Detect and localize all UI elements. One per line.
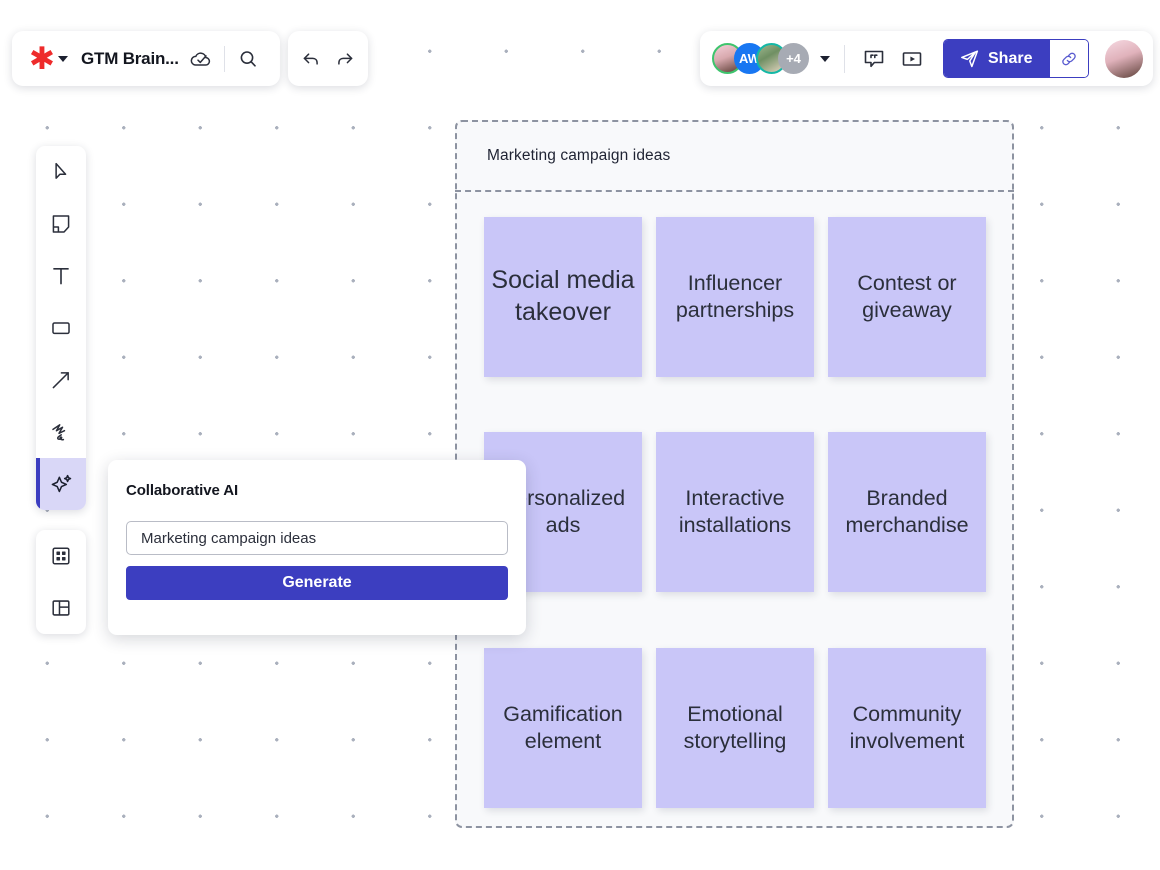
document-toolbar: ✱ GTM Brain... [12, 31, 280, 86]
arrow-tool[interactable] [36, 354, 86, 406]
ai-tool[interactable] [36, 458, 86, 510]
share-button[interactable]: Share [944, 40, 1050, 77]
frame-title: Marketing campaign ideas [487, 147, 670, 165]
sticky-note[interactable]: Interactive installations [656, 432, 814, 592]
avatar-group[interactable]: AW +4 [712, 43, 800, 74]
sticky-note[interactable]: Gamification element [484, 648, 642, 808]
toolbar-divider [844, 45, 845, 73]
sticky-note-text: Emotional storytelling [662, 701, 808, 756]
sticky-note-icon [48, 211, 74, 237]
text-t-icon [48, 263, 74, 289]
sticky-note-text: Influencer partnerships [662, 270, 808, 325]
copy-link-button[interactable] [1050, 40, 1088, 77]
rectangle-icon [48, 315, 74, 341]
sticky-note[interactable]: Influencer partnerships [656, 217, 814, 377]
pen-tool[interactable] [36, 406, 86, 458]
collaboration-toolbar: AW +4 [700, 31, 1153, 86]
paper-plane-icon [959, 48, 980, 69]
apps-tool[interactable] [36, 530, 86, 582]
select-tool[interactable] [36, 146, 86, 198]
sticky-note-text: Social media takeover [490, 265, 636, 329]
whiteboard-canvas[interactable]: Marketing campaign ideas Social media ta… [0, 0, 1160, 870]
generate-button[interactable]: Generate [126, 566, 508, 600]
avatar-overflow[interactable]: +4 [778, 43, 809, 74]
chevron-down-icon[interactable] [58, 56, 68, 62]
undo-arrow-icon[interactable] [299, 47, 323, 71]
share-button-group: Share [943, 39, 1089, 78]
text-tool[interactable] [36, 250, 86, 302]
presentation-play-icon[interactable] [897, 44, 927, 74]
tools-toolbar [36, 146, 86, 510]
document-title[interactable]: GTM Brain... [81, 49, 179, 69]
sticky-note[interactable]: Community involvement [828, 648, 986, 808]
sticky-note[interactable]: Emotional storytelling [656, 648, 814, 808]
history-toolbar [288, 31, 368, 86]
chevron-down-icon[interactable] [820, 56, 830, 62]
comment-bubble-icon[interactable] [859, 44, 889, 74]
toolbar-divider [224, 46, 225, 72]
share-label: Share [988, 50, 1032, 68]
layout-panel-icon [48, 595, 74, 621]
link-chain-icon [1059, 49, 1079, 69]
sparkle-ai-icon [48, 471, 75, 498]
sticky-note-text: Community involvement [834, 701, 980, 756]
sticky-note[interactable]: Contest or giveaway [828, 217, 986, 377]
sticky-note-text: Branded merchandise [834, 485, 980, 540]
asterisk-logo-icon[interactable]: ✱ [30, 47, 54, 71]
sticky-note[interactable]: Social media takeover [484, 217, 642, 377]
ai-panel-title: Collaborative AI [126, 482, 508, 499]
current-user-avatar[interactable] [1105, 40, 1143, 78]
grid-apps-icon [48, 543, 74, 569]
cloud-check-icon[interactable] [189, 47, 213, 71]
redo-arrow-icon[interactable] [333, 47, 357, 71]
sticky-note[interactable]: Branded merchandise [828, 432, 986, 592]
cursor-arrow-icon [48, 159, 74, 185]
sticky-note-text: Gamification element [490, 701, 636, 756]
arrow-line-icon [48, 367, 74, 393]
sticky-note-text: Interactive installations [662, 485, 808, 540]
sticky-note-text: Contest or giveaway [834, 270, 980, 325]
templates-tool[interactable] [36, 582, 86, 634]
scribble-pen-icon [48, 419, 74, 445]
shape-tool[interactable] [36, 302, 86, 354]
search-icon[interactable] [236, 47, 260, 71]
collaborative-ai-panel: Collaborative AI Generate [108, 460, 526, 635]
sticky-note-tool[interactable] [36, 198, 86, 250]
extras-toolbar [36, 530, 86, 634]
avatar-overflow-label: +4 [786, 51, 801, 66]
ai-prompt-input[interactable] [126, 521, 508, 555]
